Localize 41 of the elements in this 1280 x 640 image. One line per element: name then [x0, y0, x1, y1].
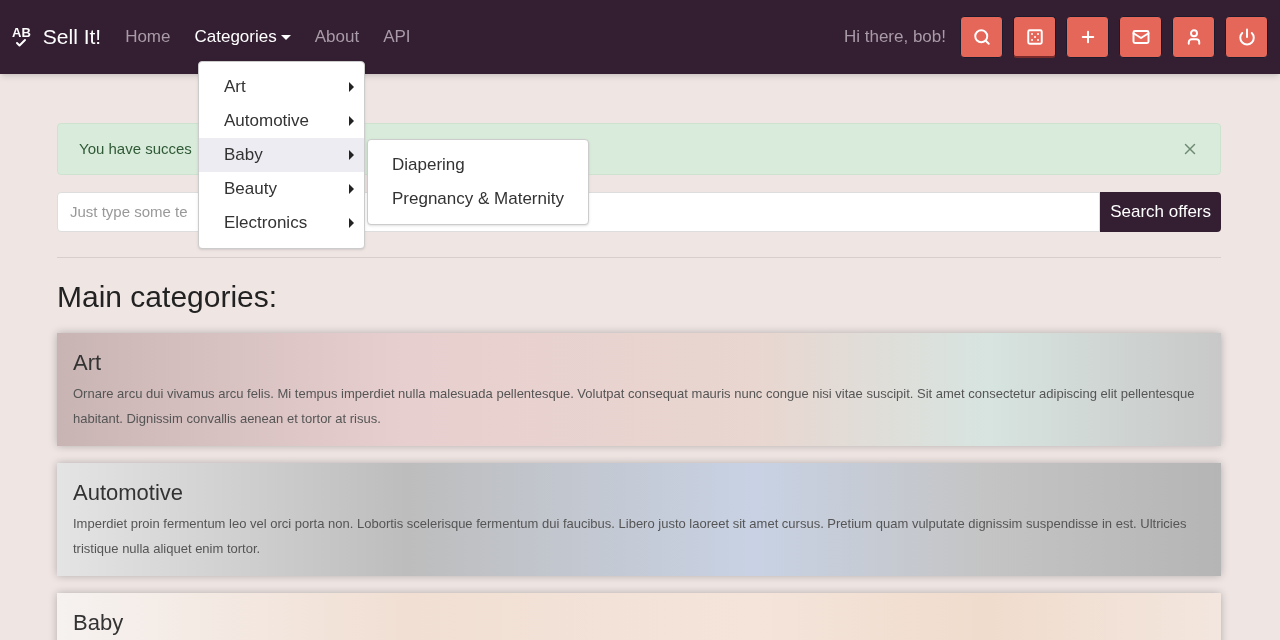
dice-button[interactable]	[1013, 16, 1056, 58]
nav-link[interactable]: About	[314, 24, 360, 50]
mail-button[interactable]	[1119, 16, 1162, 58]
category-title: Art	[73, 349, 103, 377]
dropdown-item[interactable]: Electronics	[199, 206, 364, 240]
category-card[interactable]	[57, 463, 1221, 576]
submenu-arrow-icon	[349, 218, 354, 228]
nav-link[interactable]: Categories	[194, 24, 291, 50]
submenu-arrow-icon	[349, 150, 354, 160]
submenu-item[interactable]: Diapering	[368, 148, 588, 182]
category-title: Baby	[73, 609, 125, 637]
plus-button[interactable]	[1066, 16, 1109, 58]
nav-link[interactable]: Home	[125, 24, 171, 50]
power-button[interactable]	[1225, 16, 1268, 58]
category-title: Automotive	[73, 479, 185, 507]
category-description: Ornare arcu dui vivamus arcu felis. Mi tempus imperdiet nulla malesuada pellentesque. Volutpat consequat mauris nunc congue nisi vitae suscipit. Sit amet consectetur adipiscing elit pellentesque habitant. Dignissim convallis aenean et tortor at risus.	[73, 384, 1196, 428]
power-icon	[1237, 28, 1256, 46]
dropdown-item[interactable]: Beauty	[199, 172, 364, 206]
search-icon	[972, 28, 991, 46]
submenu-item[interactable]: Pregnancy & Maternity	[368, 182, 588, 216]
user-button[interactable]	[1172, 16, 1215, 58]
dropdown-item[interactable]: Baby	[199, 138, 364, 172]
nav-link[interactable]: API	[383, 24, 411, 50]
dice-icon	[1025, 27, 1044, 46]
category-card[interactable]: Baby	[57, 593, 1221, 640]
brand-link[interactable]: Sell It!	[42, 21, 102, 53]
greeting-text: Hi there, bob!	[843, 26, 946, 49]
dropdown-item[interactable]: Art	[199, 70, 364, 104]
page-heading: Main categories:	[57, 279, 279, 315]
logo[interactable]: AB	[12, 25, 31, 49]
submenu-arrow-icon	[349, 116, 354, 126]
category-description: Imperdiet proin fermentum leo vel orci porta non. Lobortis scelerisque fermentum dui faucibus. Libero justo laoreet sit amet cursus. Pretium quam vulputate dignissim suspendisse in est. Ultricies tristique nulla aliquet enim tortor.	[73, 514, 1188, 558]
search-offers-button[interactable]: Search offers	[1100, 192, 1221, 232]
check-icon	[15, 36, 28, 49]
submenu-arrow-icon	[349, 82, 354, 92]
dropdown-item[interactable]: Automotive	[199, 104, 364, 138]
mail-icon	[1131, 28, 1150, 46]
category-card[interactable]	[57, 333, 1221, 446]
submenu-arrow-icon	[349, 184, 354, 194]
alert-message: You have succes	[79, 138, 192, 159]
search-button[interactable]	[960, 16, 1003, 58]
